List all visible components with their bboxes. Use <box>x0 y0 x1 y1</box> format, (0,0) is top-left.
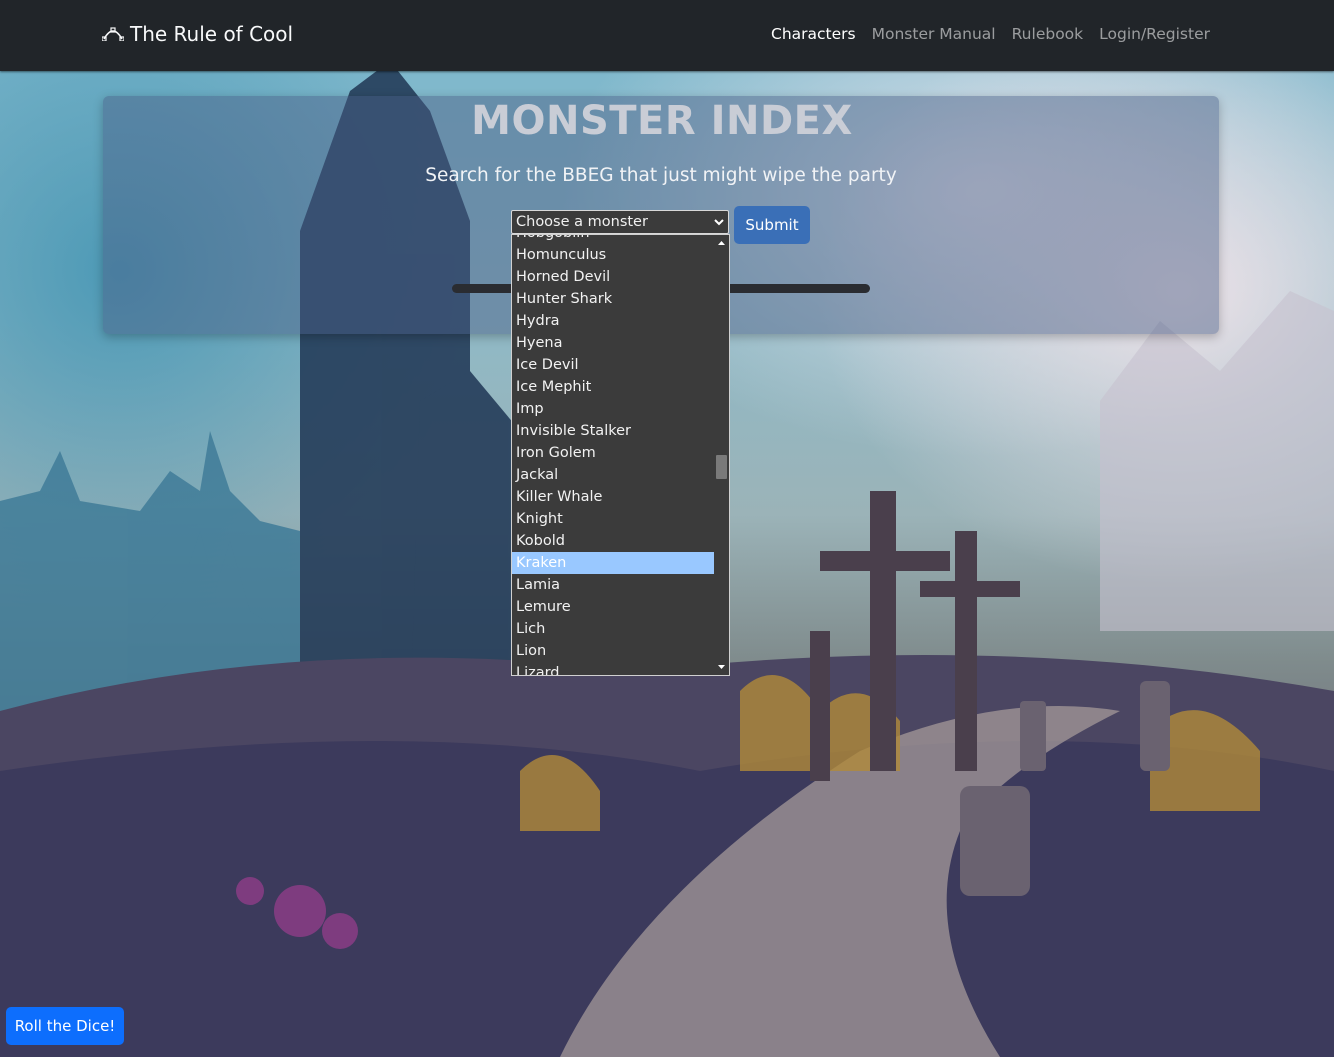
option-lion[interactable]: Lion <box>512 640 714 662</box>
option-hunter-shark[interactable]: Hunter Shark <box>512 288 714 310</box>
nav-links: Characters Monster Manual Rulebook Login… <box>771 25 1210 43</box>
brand-link[interactable]: The Rule of Cool <box>102 22 293 46</box>
scroll-down-arrow-icon[interactable] <box>717 662 726 671</box>
option-jackal[interactable]: Jackal <box>512 464 714 486</box>
monster-dropdown-list[interactable]: Hobgoblin Homunculus Horned Devil Hunter… <box>511 234 730 676</box>
scroll-up-arrow-icon[interactable] <box>717 239 726 248</box>
option-knight[interactable]: Knight <box>512 508 714 530</box>
option-lemure[interactable]: Lemure <box>512 596 714 618</box>
option-invisible-stalker[interactable]: Invisible Stalker <box>512 420 714 442</box>
option-lizard[interactable]: Lizard <box>512 662 714 675</box>
option-hyena[interactable]: Hyena <box>512 332 714 354</box>
option-kraken[interactable]: Kraken <box>512 552 714 574</box>
page-subtitle: Search for the BBEG that just might wipe… <box>425 165 897 186</box>
option-hobgoblin[interactable]: Hobgoblin <box>512 235 714 244</box>
scroll-thumb[interactable] <box>716 455 727 479</box>
option-horned-devil[interactable]: Horned Devil <box>512 266 714 288</box>
monster-select[interactable]: Choose a monster <box>511 210 729 234</box>
option-imp[interactable]: Imp <box>512 398 714 420</box>
roll-dice-button[interactable]: Roll the Dice! <box>6 1007 124 1045</box>
option-killer-whale[interactable]: Killer Whale <box>512 486 714 508</box>
option-homunculus[interactable]: Homunculus <box>512 244 714 266</box>
chevron-down-icon <box>714 219 724 226</box>
nav-rulebook[interactable]: Rulebook <box>1012 25 1084 43</box>
submit-button[interactable]: Submit <box>734 206 810 244</box>
brand-name: The Rule of Cool <box>130 22 294 46</box>
dropdown-scrollbar[interactable] <box>714 235 729 675</box>
option-hydra[interactable]: Hydra <box>512 310 714 332</box>
option-ice-devil[interactable]: Ice Devil <box>512 354 714 376</box>
option-kobold[interactable]: Kobold <box>512 530 714 552</box>
nav-characters[interactable]: Characters <box>771 25 856 43</box>
bezier-curve-icon <box>102 27 124 41</box>
nav-login-register[interactable]: Login/Register <box>1099 25 1210 43</box>
option-lamia[interactable]: Lamia <box>512 574 714 596</box>
option-lich[interactable]: Lich <box>512 618 714 640</box>
option-iron-golem[interactable]: Iron Golem <box>512 442 714 464</box>
top-navbar: The Rule of Cool Characters Monster Manu… <box>0 0 1334 71</box>
monster-select-value: Choose a monster <box>516 214 648 230</box>
monster-options: Hobgoblin Homunculus Horned Devil Hunter… <box>512 235 714 675</box>
nav-monster-manual[interactable]: Monster Manual <box>872 25 996 43</box>
page-title: MONSTER INDEX <box>471 98 853 144</box>
option-ice-mephit[interactable]: Ice Mephit <box>512 376 714 398</box>
